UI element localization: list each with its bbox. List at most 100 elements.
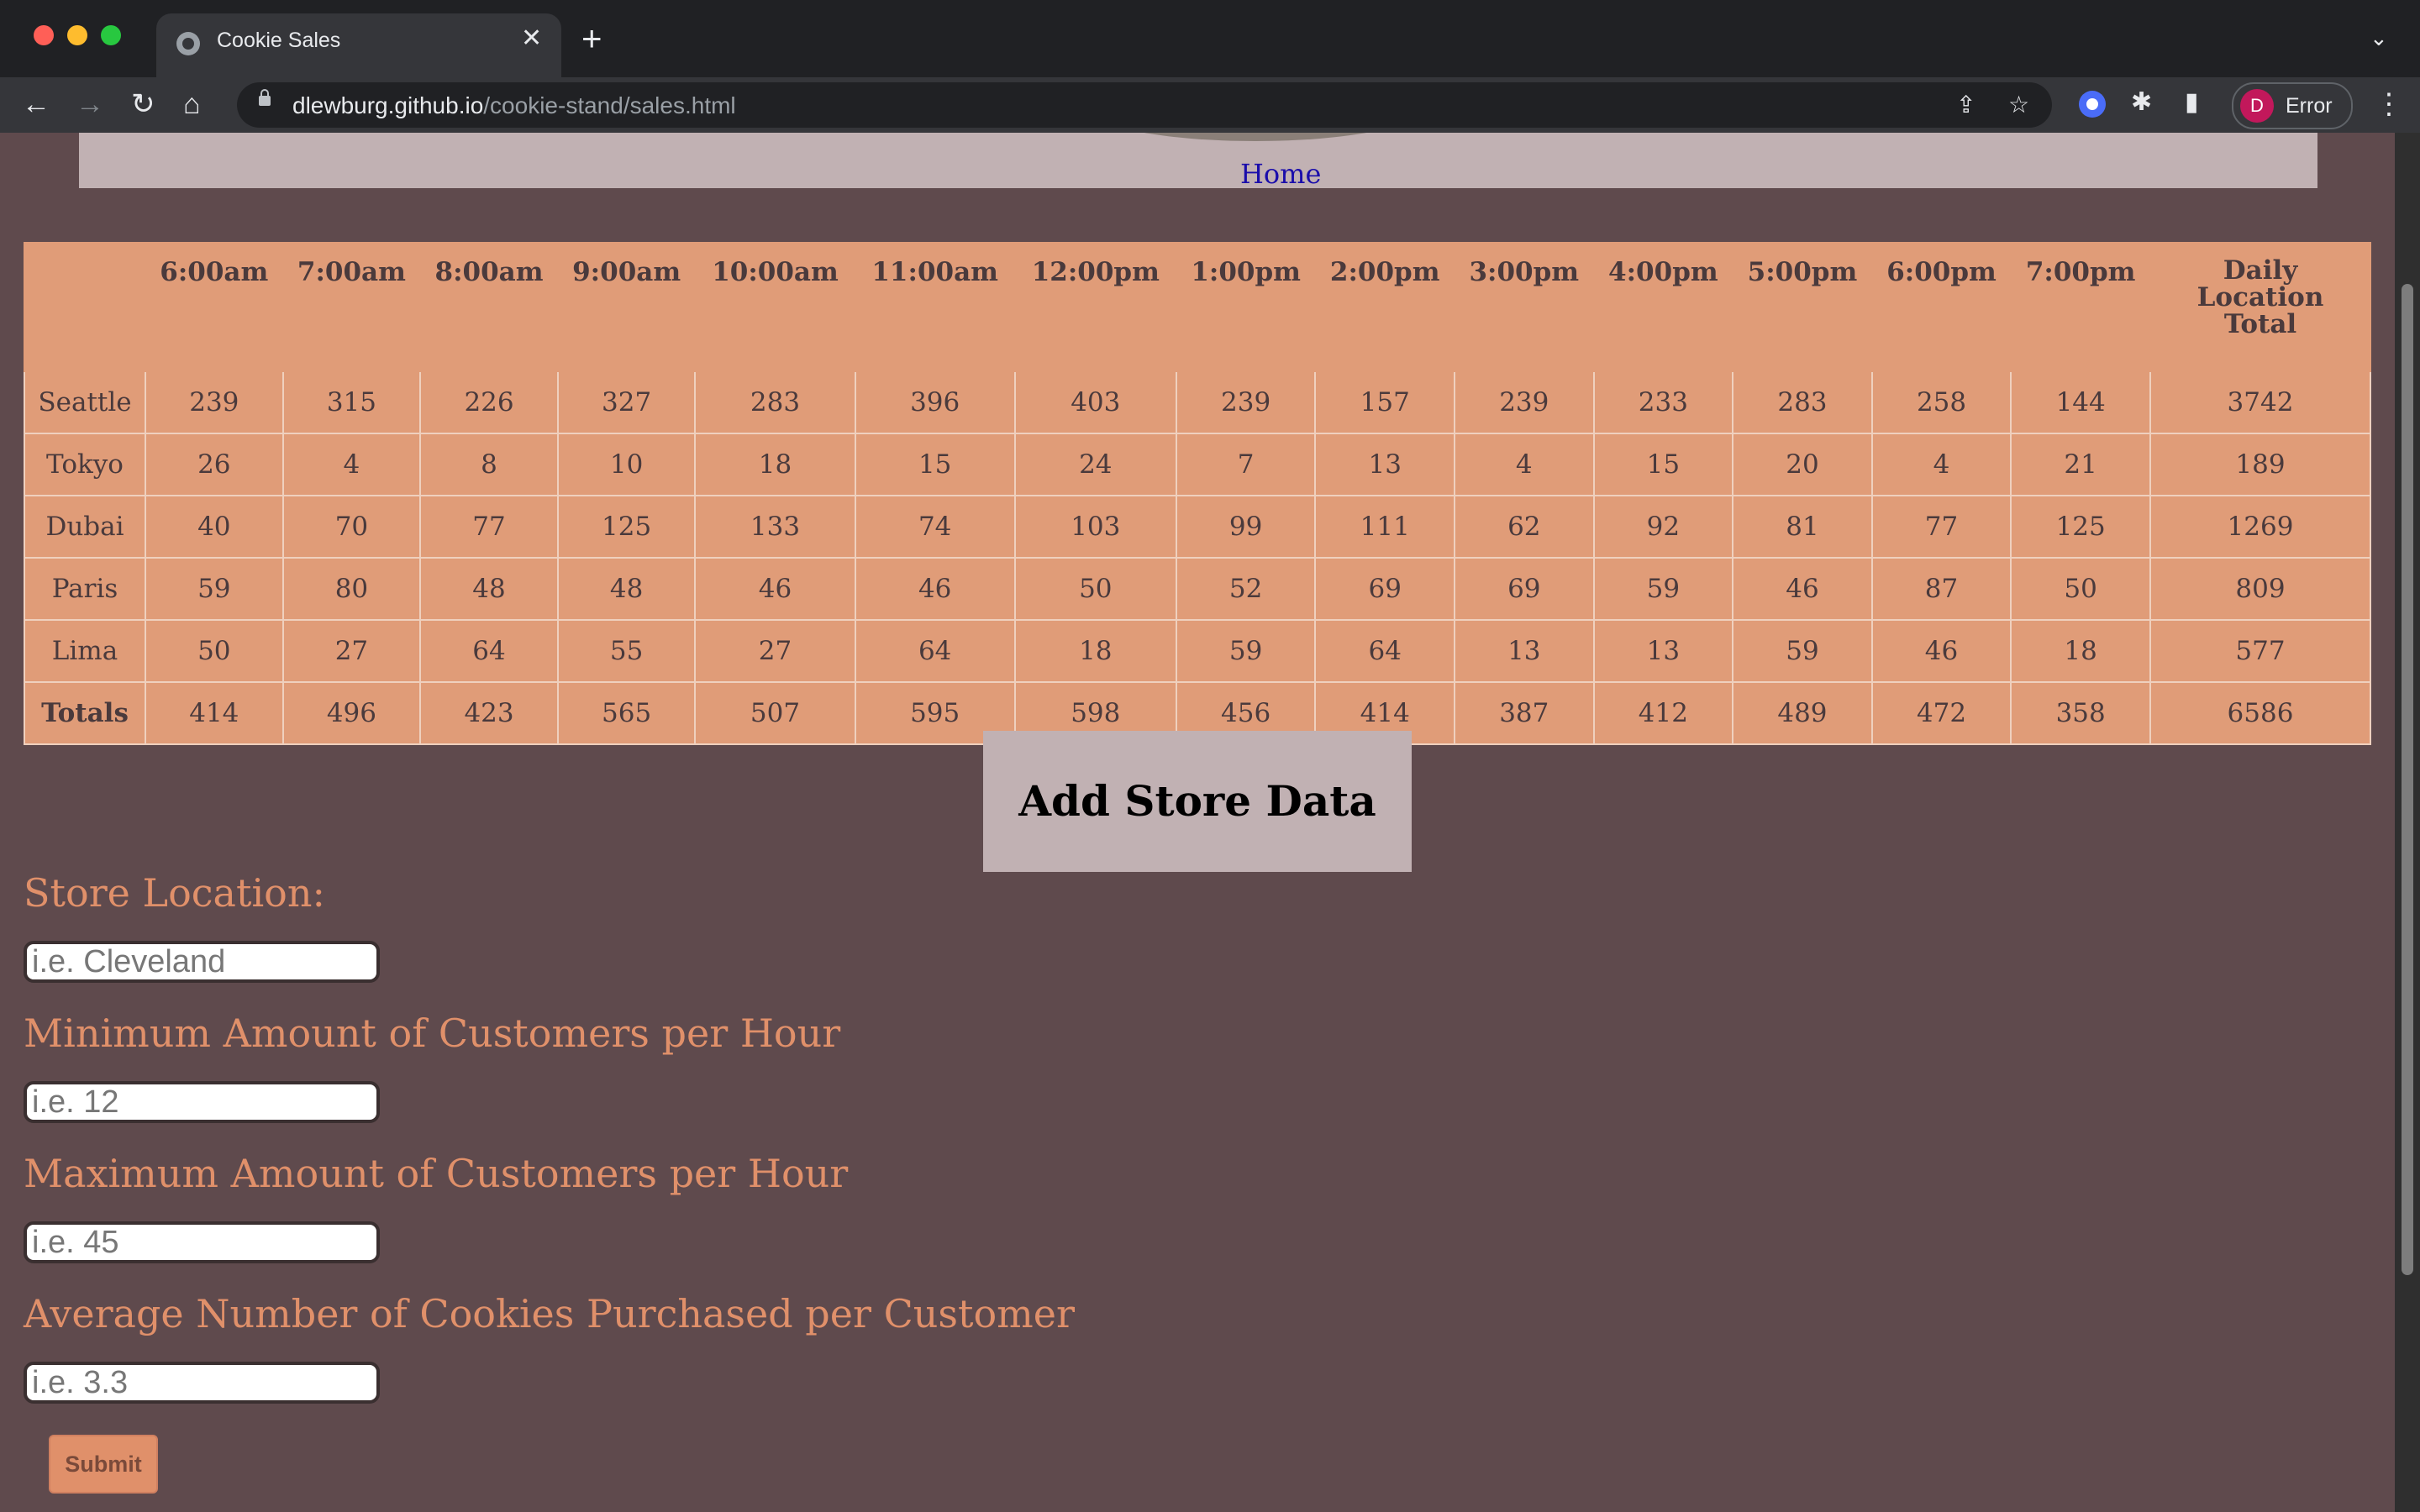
table-cell: 18 xyxy=(2010,619,2151,683)
table-cell: 239 xyxy=(145,370,284,434)
table-cell: 7 xyxy=(1175,433,1317,496)
profile-status-label: Error xyxy=(2286,94,2333,118)
total-cell: 412 xyxy=(1592,681,1734,745)
sales-table: 6:00am 7:00am 8:00am 9:00am 10:00am 11:0… xyxy=(24,242,2371,745)
table-cell: 157 xyxy=(1314,370,1455,434)
column-header: 6:00pm xyxy=(1870,242,2012,372)
table-cell: 13 xyxy=(1592,619,1734,683)
column-header: 7:00am xyxy=(281,242,422,372)
table-cell: 59 xyxy=(145,557,284,621)
toolbar: ← → ↻ ⌂ dlewburg.github.io/cookie-stand/… xyxy=(0,77,2420,133)
table-cell: 26 xyxy=(145,433,284,496)
table-cell: 396 xyxy=(854,370,1016,434)
table-cell: 18 xyxy=(1013,619,1177,683)
table-cell: 403 xyxy=(1013,370,1177,434)
add-store-heading-box: Add Store Data xyxy=(983,731,1412,872)
home-icon[interactable]: ⌂ xyxy=(183,86,201,123)
table-cell: 77 xyxy=(1870,495,2012,559)
table-cell: 46 xyxy=(1732,557,1873,621)
maximize-window-button[interactable] xyxy=(101,25,121,45)
puzzle-extensions-icon[interactable]: ✱ xyxy=(2131,87,2152,117)
table-cell: 226 xyxy=(419,370,559,434)
table-cell: 70 xyxy=(281,495,422,559)
column-header: 10:00am xyxy=(694,242,856,372)
new-tab-plus-icon[interactable]: + xyxy=(581,21,602,56)
table-cell: 239 xyxy=(1454,370,1595,434)
table-cell: 59 xyxy=(1175,619,1317,683)
page-scrollbar[interactable] xyxy=(2395,133,2420,1512)
table-cell: 55 xyxy=(556,619,697,683)
total-cell: 489 xyxy=(1732,681,1873,745)
star-bookmark-icon[interactable]: ☆ xyxy=(2008,91,2029,118)
header-banner: Home xyxy=(79,133,2317,190)
home-link[interactable]: Home xyxy=(1240,158,1321,190)
table-cell: 87 xyxy=(1870,557,2012,621)
table-cell: 27 xyxy=(694,619,856,683)
submit-button[interactable]: Submit xyxy=(49,1435,158,1494)
table-header-row: 6:00am 7:00am 8:00am 9:00am 10:00am 11:0… xyxy=(24,242,2371,372)
daily-total-cell: 1269 xyxy=(2149,495,2371,559)
minimize-window-button[interactable] xyxy=(67,25,87,45)
table-row: Seattle 239 315 226 327 283 396 403 239 … xyxy=(24,370,2371,434)
back-arrow-icon[interactable]: ← xyxy=(22,86,50,123)
table-cell: 4 xyxy=(281,433,422,496)
total-cell: 472 xyxy=(1870,681,2012,745)
column-header: 9:00am xyxy=(556,242,697,372)
profile-button[interactable]: D Error xyxy=(2232,82,2353,129)
avg-cookies-label: Average Number of Cookies Purchased per … xyxy=(24,1291,1076,1336)
table-cell: 239 xyxy=(1175,370,1317,434)
table-cell: 13 xyxy=(1314,433,1455,496)
table-cell: 46 xyxy=(854,557,1016,621)
close-window-button[interactable] xyxy=(34,25,54,45)
tab-cookie-sales[interactable]: Cookie Sales ✕ xyxy=(156,13,561,77)
side-panel-icon[interactable]: ▮ xyxy=(2185,87,2199,117)
column-header: 11:00am xyxy=(854,242,1016,372)
table-cell: 52 xyxy=(1175,557,1317,621)
table-cell: 74 xyxy=(854,495,1016,559)
share-icon[interactable]: ⇪ xyxy=(1956,91,1975,118)
table-cell: 283 xyxy=(694,370,856,434)
table-cell: 77 xyxy=(419,495,559,559)
table-cell: 50 xyxy=(2010,557,2151,621)
scrollbar-thumb[interactable] xyxy=(2402,284,2413,1275)
avg-cookies-input[interactable] xyxy=(24,1362,380,1404)
total-cell: 507 xyxy=(694,681,856,745)
location-cell: Lima xyxy=(24,619,146,683)
table-row: Paris 59 80 48 48 46 46 50 52 69 69 59 4… xyxy=(24,557,2371,621)
location-cell: Seattle xyxy=(24,370,146,434)
forward-arrow-icon[interactable]: → xyxy=(76,86,104,123)
page-content: Home 6:00am 7:00am 8:00am 9:00am 10:00am… xyxy=(0,133,2395,1512)
totals-label: Totals xyxy=(24,681,146,745)
address-bar[interactable]: dlewburg.github.io/cookie-stand/sales.ht… xyxy=(237,82,2052,128)
extension-circle-icon[interactable] xyxy=(2079,91,2106,118)
store-location-input[interactable] xyxy=(24,941,380,983)
close-tab-icon[interactable]: ✕ xyxy=(521,25,542,52)
table-cell: 48 xyxy=(556,557,697,621)
column-header: 7:00pm xyxy=(2010,242,2151,372)
table-cell: 24 xyxy=(1013,433,1177,496)
url-text[interactable]: dlewburg.github.io/cookie-stand/sales.ht… xyxy=(292,92,736,119)
add-store-heading: Add Store Data xyxy=(1018,776,1376,826)
table-cell: 50 xyxy=(1013,557,1177,621)
table-cell: 8 xyxy=(419,433,559,496)
min-customers-input[interactable] xyxy=(24,1081,380,1123)
chevron-down-icon[interactable]: ⌄ xyxy=(2370,25,2388,51)
column-header: 3:00pm xyxy=(1454,242,1595,372)
column-header xyxy=(24,242,146,372)
reload-icon[interactable]: ↻ xyxy=(131,86,155,123)
table-cell: 80 xyxy=(281,557,422,621)
table-cell: 4 xyxy=(1454,433,1595,496)
table-cell: 15 xyxy=(854,433,1016,496)
table-cell: 233 xyxy=(1592,370,1734,434)
max-customers-input[interactable] xyxy=(24,1221,380,1263)
more-menu-icon[interactable]: ⋮ xyxy=(2375,87,2403,121)
url-host: dlewburg.github.io xyxy=(292,92,484,118)
table-cell: 283 xyxy=(1732,370,1873,434)
daily-total-cell: 189 xyxy=(2149,433,2371,496)
column-header: 4:00pm xyxy=(1592,242,1734,372)
table-cell: 144 xyxy=(2010,370,2151,434)
total-cell: 565 xyxy=(556,681,697,745)
lock-icon[interactable] xyxy=(259,89,271,106)
table-cell: 64 xyxy=(854,619,1016,683)
url-path: /cookie-stand/sales.html xyxy=(483,92,736,118)
